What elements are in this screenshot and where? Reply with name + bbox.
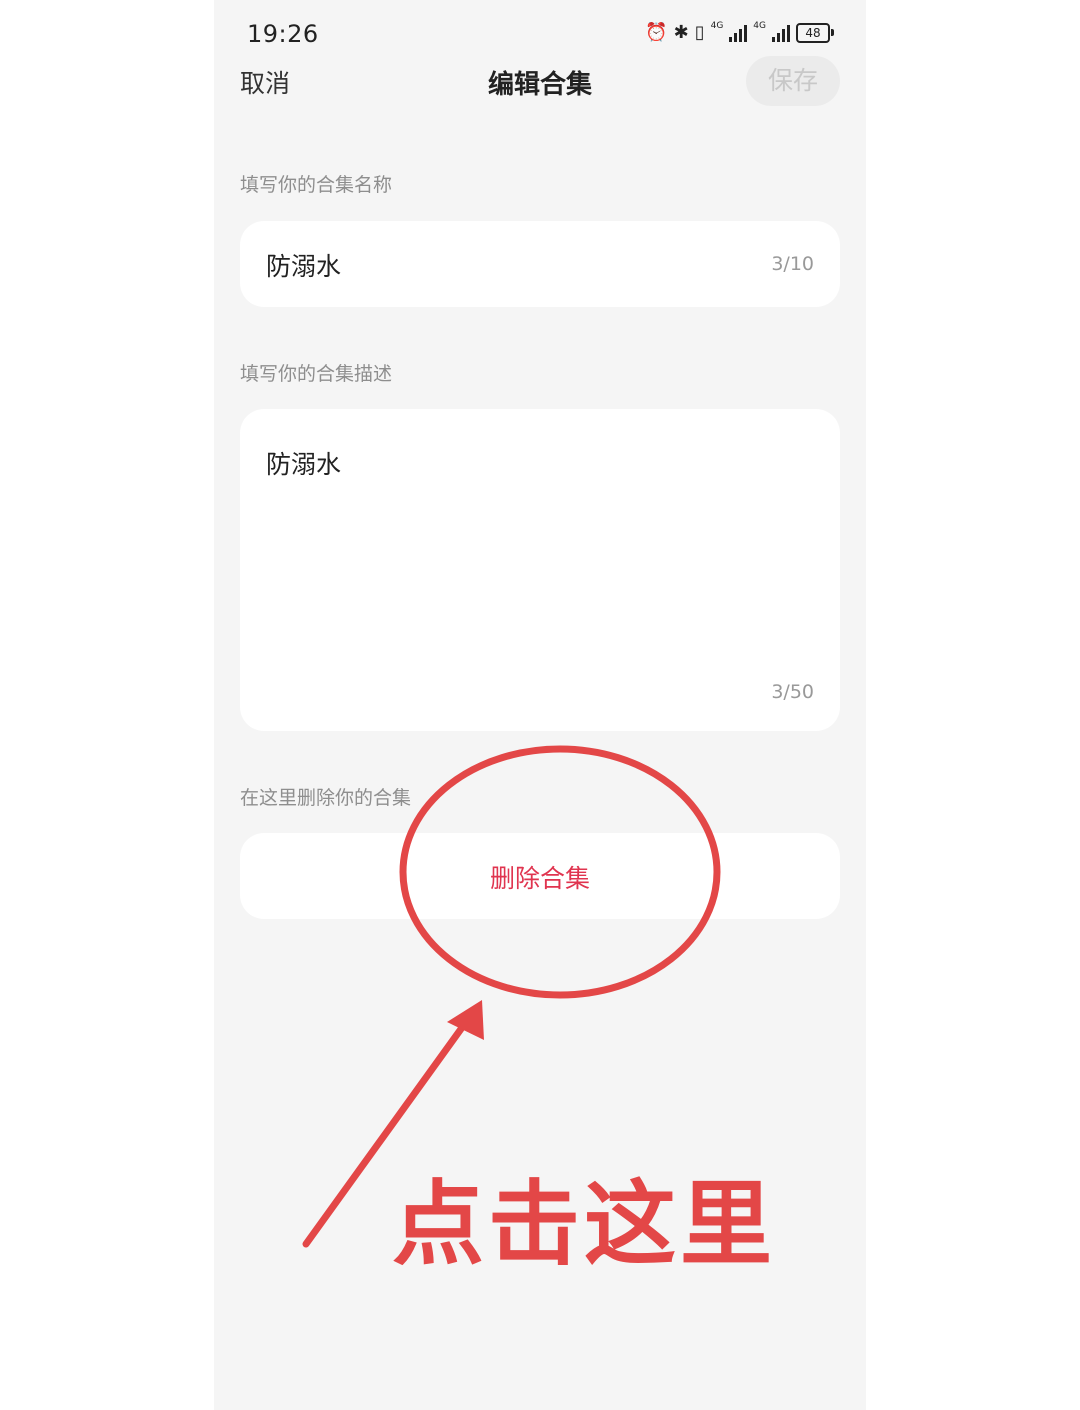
battery-icon: 48: [796, 22, 834, 43]
save-button[interactable]: 保存: [746, 56, 840, 106]
top-bar: 取消 编辑合集 保存: [214, 54, 866, 110]
description-section-label: 填写你的合集描述: [240, 363, 393, 385]
network-type-label: 4G: [710, 21, 724, 31]
description-field[interactable]: 防溺水 3/50: [240, 409, 840, 731]
status-time: 19:26: [247, 20, 319, 48]
signal-icon: [729, 24, 748, 42]
delete-collection-label: 删除合集: [489, 864, 590, 893]
alarm-icon: ⏰: [645, 22, 668, 43]
description-char-counter: 3/50: [771, 681, 814, 703]
delete-section-label: 在这里删除你的合集: [240, 787, 412, 809]
bluetooth-icon: ✱: [673, 22, 689, 43]
name-input-value[interactable]: 防溺水: [266, 247, 341, 283]
name-field[interactable]: 防溺水 3/10: [240, 221, 840, 307]
description-input-value[interactable]: 防溺水: [266, 445, 341, 481]
signal-icon: [772, 24, 790, 42]
battery-level: 48: [796, 22, 830, 43]
annotation-text: 点击这里: [392, 1171, 777, 1278]
delete-collection-button[interactable]: 删除合集: [240, 833, 840, 919]
name-section-label: 填写你的合集名称: [240, 174, 393, 196]
name-char-counter: 3/10: [771, 253, 814, 275]
status-icons: ⏰ ✱ ▯ 4G 4G 48: [645, 22, 834, 43]
network-type-label: 4G: [753, 21, 766, 31]
vibrate-icon: ▯: [694, 22, 705, 43]
